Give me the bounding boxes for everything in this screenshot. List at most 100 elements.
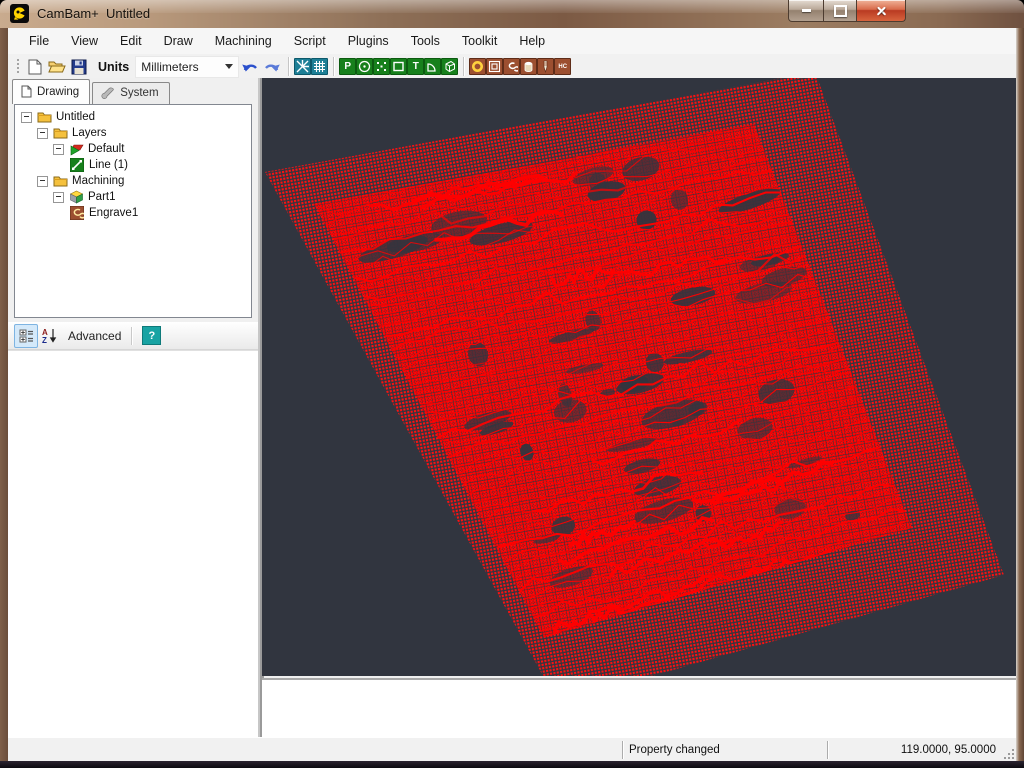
property-grid-empty[interactable] <box>8 350 258 738</box>
open-folder-icon[interactable] <box>48 58 66 76</box>
collapse-icon[interactable] <box>53 192 64 203</box>
engrave-icon[interactable] <box>503 58 520 75</box>
sort-az-icon: A Z <box>42 328 57 343</box>
window-title: CamBam+ Untitled <box>37 6 150 21</box>
close-icon <box>876 5 887 16</box>
menu-edit[interactable]: Edit <box>109 30 153 52</box>
menu-script[interactable]: Script <box>283 30 337 52</box>
text-glyph: T <box>413 61 419 72</box>
layer-icon <box>68 141 84 157</box>
folder-icon <box>52 173 68 189</box>
toolbar-separator <box>333 57 334 76</box>
window-controls <box>788 0 906 22</box>
polyline-glyph: P <box>344 61 351 72</box>
units-value: Millimeters <box>136 60 225 74</box>
toolbar-separator <box>288 57 289 76</box>
tree-item-machining[interactable]: Machining <box>15 173 251 189</box>
tree-item-engrave1[interactable]: Engrave1 <box>15 205 251 221</box>
surface-icon[interactable] <box>441 58 458 75</box>
main-toolbar: Units Millimeters P <box>8 54 1016 80</box>
points-icon[interactable] <box>373 58 390 75</box>
window-frame-left <box>0 28 8 761</box>
menu-view[interactable]: View <box>60 30 109 52</box>
tree-label: Machining <box>72 175 124 187</box>
menu-tools[interactable]: Tools <box>400 30 451 52</box>
help-button[interactable]: ? <box>142 326 161 345</box>
toolbar-grip[interactable] <box>16 58 20 75</box>
gcode-glyph: HC <box>558 64 567 70</box>
text-icon[interactable]: T <box>407 58 424 75</box>
pocket-icon[interactable] <box>486 58 503 75</box>
svg-text:Z: Z <box>42 336 47 343</box>
tree-item-part1[interactable]: Part1 <box>15 189 251 205</box>
wrench-icon <box>101 87 115 99</box>
folder-icon <box>52 125 68 141</box>
tree-label: Layers <box>72 127 107 139</box>
tab-drawing[interactable]: Drawing <box>12 79 90 104</box>
tree-item-layers[interactable]: Layers <box>15 125 251 141</box>
drawing-tree: Untitled Layers Default Line (1) <box>14 104 252 318</box>
tab-system[interactable]: System <box>92 82 169 104</box>
folder-icon <box>36 109 52 125</box>
tree-item-untitled[interactable]: Untitled <box>15 109 251 125</box>
arc-icon[interactable] <box>424 58 441 75</box>
menu-draw[interactable]: Draw <box>153 30 204 52</box>
engrave-op-icon <box>69 205 85 221</box>
gcode-icon[interactable]: HC <box>554 58 571 75</box>
collapse-icon[interactable] <box>53 144 64 155</box>
page-icon <box>21 85 32 98</box>
toolpath-wireframe <box>262 78 1016 676</box>
question-icon: ? <box>149 330 156 342</box>
close-button[interactable] <box>857 0 906 22</box>
units-label: Units <box>98 60 129 74</box>
redo-icon[interactable] <box>263 58 281 76</box>
status-pane-main <box>8 738 622 761</box>
menu-help[interactable]: Help <box>508 30 556 52</box>
message-panel[interactable] <box>262 678 1016 739</box>
tab-drawing-label: Drawing <box>37 86 79 98</box>
undo-icon[interactable] <box>241 58 259 76</box>
polyline-icon[interactable]: P <box>339 58 356 75</box>
advanced-button[interactable]: Advanced <box>68 329 121 343</box>
window-frame-bottom <box>0 761 1024 768</box>
app-logo-icon <box>10 4 29 23</box>
menu-toolkit[interactable]: Toolkit <box>451 30 508 52</box>
property-grid-toolbar: A Z Advanced ? <box>8 322 258 350</box>
cursor-coordinates: 119.0000, 95.0000 <box>901 744 996 756</box>
chevron-down-icon <box>225 64 233 69</box>
menu-plugins[interactable]: Plugins <box>337 30 400 52</box>
tab-system-label: System <box>120 87 158 99</box>
collapse-icon[interactable] <box>21 112 32 123</box>
menu-file[interactable]: File <box>18 30 60 52</box>
maximize-button[interactable] <box>824 0 857 22</box>
line-entity-icon <box>69 157 85 173</box>
categorized-button[interactable] <box>14 324 38 348</box>
tree-label: Default <box>88 143 124 155</box>
tree-label: Line (1) <box>89 159 128 171</box>
3d-viewport[interactable] <box>262 78 1016 676</box>
lathe-icon[interactable] <box>520 58 537 75</box>
drill-icon[interactable] <box>537 58 554 75</box>
collapse-icon[interactable] <box>37 128 48 139</box>
collapse-icon[interactable] <box>37 176 48 187</box>
menu-machining[interactable]: Machining <box>204 30 283 52</box>
tree-label: Engrave1 <box>89 207 138 219</box>
left-panel: Drawing System Untitled Layers <box>8 78 258 737</box>
resize-grip[interactable] <box>1002 738 1016 761</box>
save-icon[interactable] <box>70 58 88 76</box>
status-pane-message: Property changed <box>622 741 827 759</box>
tree-item-line[interactable]: Line (1) <box>15 157 251 173</box>
new-file-icon[interactable] <box>26 58 44 76</box>
units-combobox[interactable]: Millimeters <box>135 56 239 78</box>
grid-icon[interactable] <box>311 58 328 75</box>
origin-axes-icon[interactable] <box>294 58 311 75</box>
propbar-separator <box>131 327 132 345</box>
alphabetical-button[interactable]: A Z <box>38 325 60 347</box>
categorized-icon <box>19 329 34 343</box>
tree-item-default-layer[interactable]: Default <box>15 141 251 157</box>
profile-icon[interactable] <box>469 58 486 75</box>
minimize-button[interactable] <box>788 0 824 22</box>
rectangle-icon[interactable] <box>390 58 407 75</box>
window-frame-right <box>1016 28 1024 761</box>
circle-icon[interactable] <box>356 58 373 75</box>
